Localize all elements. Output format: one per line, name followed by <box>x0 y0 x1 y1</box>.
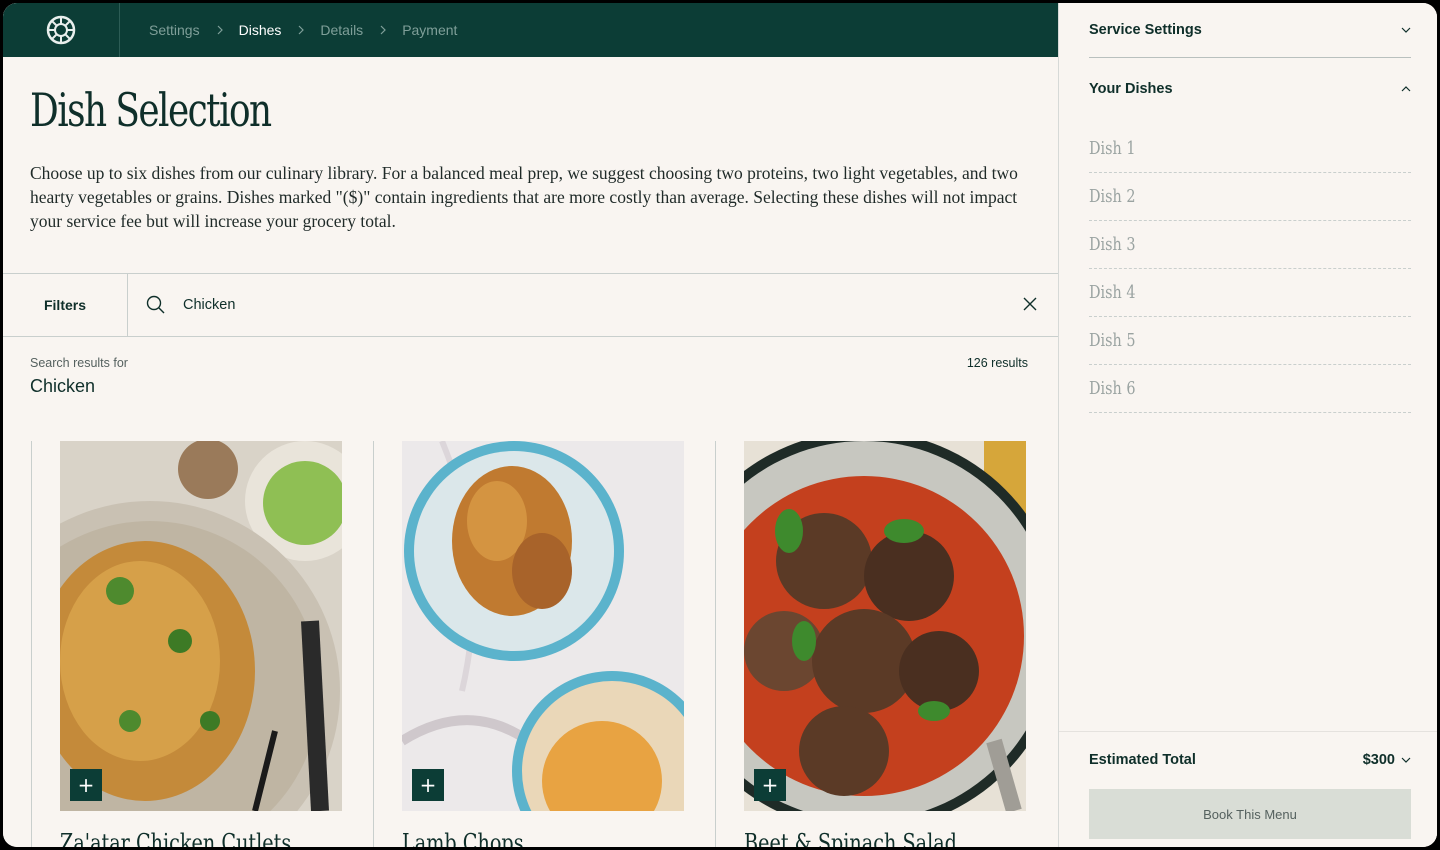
add-dish-button[interactable]: + <box>70 769 102 801</box>
dish-image[interactable]: + <box>744 441 1026 811</box>
add-dish-button[interactable]: + <box>412 769 444 801</box>
crumb-settings[interactable]: Settings <box>149 22 200 38</box>
estimated-total[interactable]: $300 <box>1363 752 1411 768</box>
dish-slot[interactable]: Dish 1 <box>1089 125 1411 173</box>
dish-slot[interactable]: Dish 6 <box>1089 365 1411 413</box>
logo[interactable] <box>3 3 120 57</box>
dish-grid: + Za'atar Chicken Cutlets + Lamb Chops +… <box>3 441 1058 847</box>
chevron-right-icon <box>217 25 223 35</box>
results-label: Search results for <box>30 356 128 370</box>
main-panel: Settings Dishes Details Payment Dish Sel… <box>3 3 1058 847</box>
app-frame: Settings Dishes Details Payment Dish Sel… <box>3 3 1437 847</box>
dish-slot-label: Dish 2 <box>1089 186 1136 207</box>
estimated-total-value: $300 <box>1362 752 1395 768</box>
dish-slot-label: Dish 6 <box>1089 378 1136 399</box>
search-input[interactable] <box>183 292 983 318</box>
chevron-down-icon <box>1401 27 1411 33</box>
dish-image[interactable]: + <box>402 441 684 811</box>
filters-button[interactable]: Filters <box>3 274 128 336</box>
dish-slot[interactable]: Dish 5 <box>1089 317 1411 365</box>
dish-slot[interactable]: Dish 3 <box>1089 221 1411 269</box>
chevron-right-icon <box>380 25 387 35</box>
dish-card[interactable]: + Za'atar Chicken Cutlets <box>31 441 373 847</box>
close-icon[interactable] <box>1023 297 1037 316</box>
dish-slot-label: Dish 5 <box>1089 330 1136 351</box>
chevron-right-icon <box>298 25 305 35</box>
intro-text: Choose up to six dishes from our culinar… <box>30 163 1018 231</box>
top-bar: Settings Dishes Details Payment <box>3 3 1058 57</box>
crumb-payment[interactable]: Payment <box>402 22 457 38</box>
dish-image[interactable]: + <box>60 441 342 811</box>
search-icon <box>146 295 166 320</box>
estimated-total-row[interactable]: Estimated Total $300 <box>1089 752 1411 768</box>
results-term: Chicken <box>30 376 96 396</box>
dish-title[interactable]: Lamb Chops <box>402 829 524 847</box>
dish-card[interactable]: + Lamb Chops <box>373 441 715 847</box>
service-settings-header[interactable]: Service Settings <box>1089 22 1411 38</box>
sidebar-footer: Estimated Total $300 Book This Menu <box>1059 731 1437 847</box>
dish-slot[interactable]: Dish 4 <box>1089 269 1411 317</box>
crumb-details[interactable]: Details <box>320 22 363 38</box>
breadcrumb: Settings Dishes Details Payment <box>149 3 457 57</box>
dish-slot-label: Dish 4 <box>1089 282 1136 303</box>
dish-card[interactable]: + Beet & Spinach Salad <box>715 441 1057 847</box>
page-title: Dish Selection <box>30 83 272 137</box>
dish-slot-label: Dish 1 <box>1089 138 1136 159</box>
book-menu-button[interactable]: Book This Menu <box>1089 789 1411 839</box>
your-dishes-label: Your Dishes <box>1089 81 1173 97</box>
logo-icon <box>46 15 76 45</box>
sidebar: Service Settings Your Dishes Dish 1 Dish… <box>1058 3 1437 847</box>
estimated-total-label: Estimated Total <box>1089 752 1196 768</box>
results-count: 126 results <box>966 356 1028 370</box>
dish-slot[interactable]: Dish 2 <box>1089 173 1411 221</box>
dish-title[interactable]: Za'atar Chicken Cutlets <box>60 829 291 847</box>
dish-title[interactable]: Beet & Spinach Salad <box>744 829 957 847</box>
service-settings-label: Service Settings <box>1089 22 1202 38</box>
crumb-dishes[interactable]: Dishes <box>239 22 282 38</box>
chevron-down-icon <box>1401 757 1411 763</box>
filter-bar: Filters <box>3 273 1058 337</box>
add-dish-button[interactable]: + <box>754 769 786 801</box>
chevron-up-icon <box>1401 86 1411 92</box>
divider <box>1089 57 1411 58</box>
dish-slot-label: Dish 3 <box>1089 234 1136 255</box>
your-dishes-header[interactable]: Your Dishes <box>1089 81 1411 97</box>
